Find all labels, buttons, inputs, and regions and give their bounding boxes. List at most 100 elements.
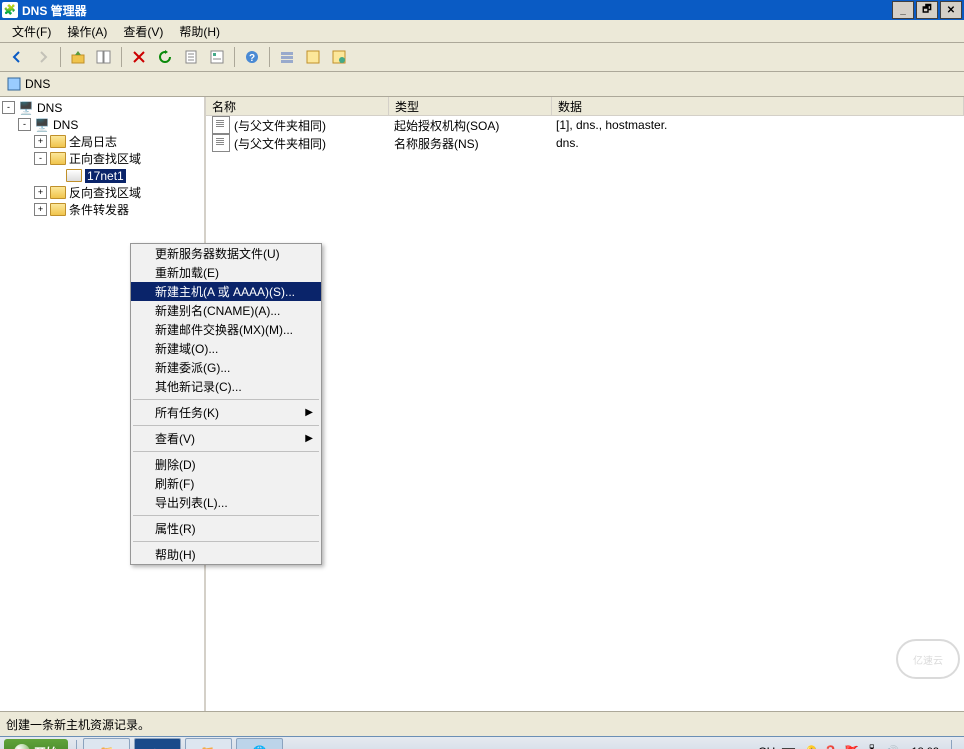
task-dns[interactable]: 🌐 [236,738,283,749]
ctx-new-mx[interactable]: 新建邮件交换器(MX)(M)... [131,320,321,339]
ctx-sep [133,399,319,400]
toolbar: ? [0,43,964,72]
window-titlebar: 🧩 DNS 管理器 _ 🗗 ✕ [0,0,964,20]
tree-rev-zone[interactable]: 反向查找区域 [69,184,141,201]
list-row[interactable]: (与父文件夹相同) 起始授权机构(SOA) [1], dns., hostmas… [206,116,964,134]
expand-toggle[interactable]: + [34,186,47,199]
menu-action[interactable]: 操作(A) [59,21,115,42]
watermark: 亿速云 [896,639,960,679]
ctx-sep [133,541,319,542]
taskbar: 开始 📁 ≥ 📂 🌐 CH 📼 🔑 ❓ 🚩 🖧 🔊 18:03 [0,736,964,749]
refresh-button[interactable] [153,45,177,69]
cell-name: (与父文件夹相同) [234,117,326,134]
tree-fwd-zone[interactable]: 正向查找区域 [69,150,141,167]
dns-root-icon [6,76,22,92]
ctx-other-rec[interactable]: 其他新记录(C)... [131,377,321,396]
tray-icon[interactable]: 🔑 [802,745,817,749]
tray-flag-icon[interactable]: 🚩 [844,745,859,749]
action2-button[interactable] [327,45,351,69]
list-row[interactable]: (与父文件夹相同) 名称服务器(NS) dns. [206,134,964,152]
record-icon [212,116,230,134]
ctx-reload[interactable]: 重新加载(E) [131,263,321,282]
server-icon: 🖥️ [34,117,50,133]
app-icon: 🧩 [2,2,18,18]
expand-toggle[interactable]: - [2,101,15,114]
submenu-arrow-icon: ▶ [305,407,313,418]
expand-toggle[interactable]: + [34,135,47,148]
ctx-new-host[interactable]: 新建主机(A 或 AAAA)(S)... [131,282,321,301]
start-orb-icon [14,744,30,749]
folder-icon [50,185,66,201]
system-tray: CH 📼 🔑 ❓ 🚩 🖧 🔊 18:03 [758,739,960,749]
status-text: 创建一条新主机资源记录。 [6,716,150,733]
tree-cond-fwd[interactable]: 条件转发器 [69,201,129,218]
show-desktop[interactable] [951,740,960,749]
column-headers: 名称 类型 数据 [206,97,964,116]
cell-name: (与父文件夹相同) [234,135,326,152]
ctx-new-alias[interactable]: 新建别名(CNAME)(A)... [131,301,321,320]
tray-help-icon[interactable]: ❓ [823,745,838,749]
cell-type: 名称服务器(NS) [394,135,479,152]
tray-network-icon[interactable]: 🖧 [865,742,878,749]
properties-button[interactable] [205,45,229,69]
close-button[interactable]: ✕ [940,1,962,19]
help-button[interactable]: ? [240,45,264,69]
back-button[interactable] [5,45,29,69]
context-menu: 更新服务器数据文件(U) 重新加载(E) 新建主机(A 或 AAAA)(S)..… [130,243,322,565]
menu-help[interactable]: 帮助(H) [171,21,228,42]
dns-icon: 🖥️ [18,100,34,116]
ctx-new-domain[interactable]: 新建域(O)... [131,339,321,358]
tree-server[interactable]: DNS [53,118,78,132]
submenu-arrow-icon: ▶ [305,433,313,444]
menu-view[interactable]: 查看(V) [115,21,171,42]
lang-indicator[interactable]: CH [758,745,775,749]
zone-icon [66,168,82,184]
status-bar: 创建一条新主机资源记录。 [0,711,964,736]
folder-icon [50,134,66,150]
task-powershell[interactable]: ≥ [134,738,181,749]
ctx-all-tasks[interactable]: 所有任务(K)▶ [131,403,321,422]
col-data[interactable]: 数据 [552,97,964,115]
tree-global-log[interactable]: 全局日志 [69,133,117,150]
task-explorer[interactable]: 📁 [83,738,130,749]
tree-root[interactable]: DNS [37,101,62,115]
tray-sound-icon[interactable]: 🔊 [885,745,900,749]
ctx-help[interactable]: 帮助(H) [131,545,321,564]
expand-toggle[interactable]: - [34,152,47,165]
restore-button[interactable]: 🗗 [916,1,938,19]
filter-button[interactable] [275,45,299,69]
ctx-sep [133,451,319,452]
col-name[interactable]: 名称 [206,97,389,115]
window-title: DNS 管理器 [22,2,87,19]
menu-file[interactable]: 文件(F) [4,21,59,42]
ctx-update[interactable]: 更新服务器数据文件(U) [131,244,321,263]
show-hide-button[interactable] [92,45,116,69]
record-icon [212,134,230,152]
expand-toggle[interactable]: - [18,118,31,131]
address-bar: DNS [0,72,964,97]
cell-data: [1], dns., hostmaster. [556,118,667,132]
ctx-refresh[interactable]: 刷新(F) [131,474,321,493]
ctx-sep [133,515,319,516]
export-button[interactable] [179,45,203,69]
delete-button[interactable] [127,45,151,69]
expand-toggle[interactable]: + [34,203,47,216]
tray-icon[interactable]: 📼 [781,745,796,749]
ctx-export[interactable]: 导出列表(L)... [131,493,321,512]
ctx-props[interactable]: 属性(R) [131,519,321,538]
action1-button[interactable] [301,45,325,69]
forward-button [31,45,55,69]
menu-bar: 文件(F) 操作(A) 查看(V) 帮助(H) [0,20,964,43]
minimize-button[interactable]: _ [892,1,914,19]
col-type[interactable]: 类型 [389,97,552,115]
start-button[interactable]: 开始 [4,739,68,749]
tree-zone-selected[interactable]: 17net1 [85,169,126,183]
folder-icon [50,202,66,218]
cell-data: dns. [556,136,579,150]
task-folder[interactable]: 📂 [185,738,232,749]
ctx-new-deleg[interactable]: 新建委派(G)... [131,358,321,377]
cell-type: 起始授权机构(SOA) [394,117,499,134]
up-button[interactable] [66,45,90,69]
ctx-delete[interactable]: 删除(D) [131,455,321,474]
ctx-view[interactable]: 查看(V)▶ [131,429,321,448]
